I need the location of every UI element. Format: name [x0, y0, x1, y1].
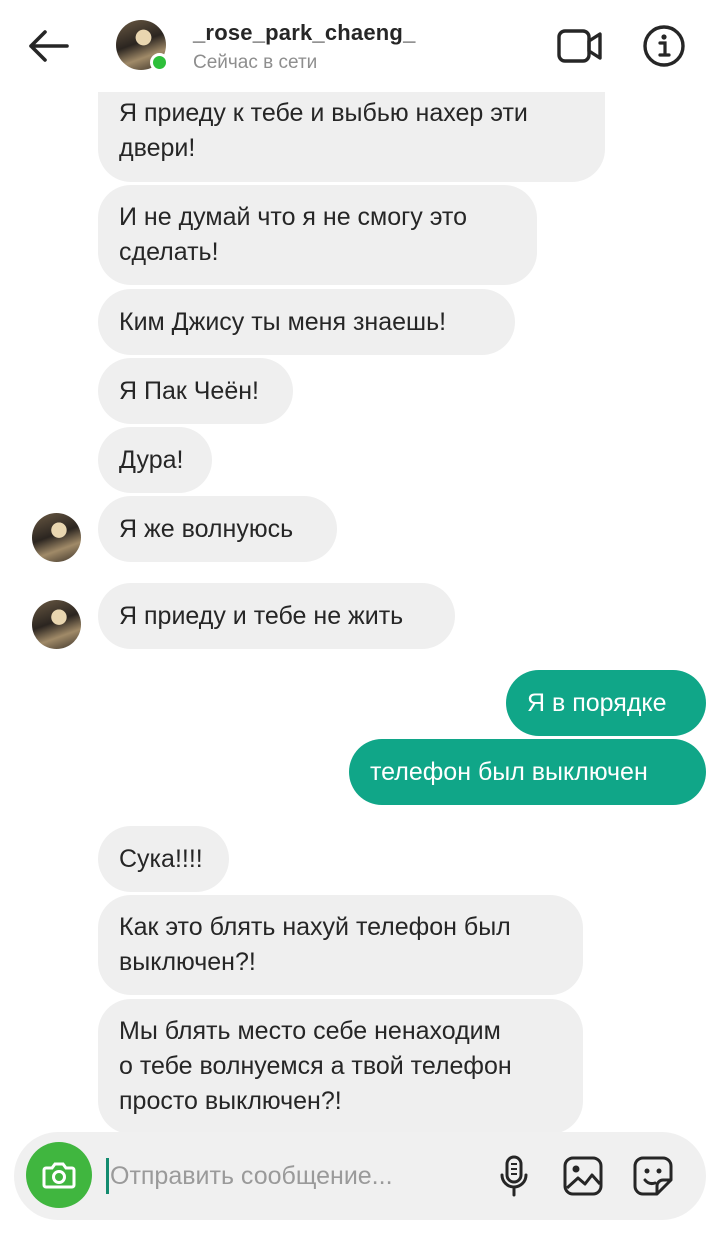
info-button[interactable]: [638, 20, 690, 72]
message-bubble[interactable]: Я же волнуюсь: [98, 496, 337, 562]
chat-username[interactable]: _rose_park_chaeng_: [193, 20, 416, 46]
microphone-icon: [500, 1155, 528, 1197]
message-input[interactable]: [110, 1154, 480, 1198]
online-status-text: Сейчас в сети: [193, 52, 318, 73]
video-camera-icon: [557, 29, 602, 63]
message-text: И не думай что я не смогу это сделать!: [119, 203, 467, 266]
message-text: Как это блять нахуй телефон был выключен…: [119, 913, 511, 976]
message-text: Сука!!!!: [119, 844, 203, 873]
message-bubble[interactable]: Я Пак Чеён!: [98, 358, 293, 424]
message-bubble[interactable]: Я приеду к тебе и выбью нахер эти двери!: [98, 80, 605, 182]
message-thread: Я приеду к тебе и выбью нахер эти двери!…: [0, 0, 720, 1234]
message-composer: [14, 1132, 706, 1220]
gallery-icon: [563, 1156, 603, 1196]
message-bubble-outgoing[interactable]: телефон был выключен: [349, 739, 706, 805]
voice-message-button[interactable]: [490, 1152, 538, 1200]
gallery-button[interactable]: [559, 1152, 607, 1200]
message-bubble[interactable]: Сука!!!!: [98, 826, 229, 892]
video-call-button[interactable]: [552, 20, 608, 72]
message-text: Я же волнуюсь: [119, 514, 294, 543]
message-text: Я приеду к тебе и выбью нахер эти двери!: [119, 99, 528, 162]
back-button[interactable]: [22, 20, 74, 72]
message-text: телефон был выключен: [370, 757, 648, 786]
message-bubble[interactable]: Я приеду и тебе не жить: [98, 583, 455, 649]
message-text: Ким Джису ты меня знаешь!: [119, 307, 447, 336]
sticker-button[interactable]: [629, 1152, 677, 1200]
message-bubble[interactable]: И не думай что я не смогу это сделать!: [98, 185, 537, 285]
message-bubble[interactable]: Дура!: [98, 427, 212, 493]
message-bubble[interactable]: Мы блять место себе ненаходим о тебе вол…: [98, 999, 583, 1134]
message-text: Я приеду и тебе не жить: [119, 601, 404, 630]
back-arrow-icon: [29, 30, 69, 62]
camera-icon: [42, 1162, 76, 1189]
text-cursor: [106, 1158, 109, 1194]
camera-button[interactable]: [26, 1142, 92, 1208]
online-status-dot: [150, 53, 169, 72]
sender-avatar[interactable]: [32, 513, 81, 562]
message-text: Мы блять место себе ненаходим о тебе вол…: [119, 1017, 512, 1115]
message-text: Я Пак Чеён!: [119, 376, 259, 405]
chat-header: _rose_park_chaeng_ Сейчас в сети: [0, 0, 720, 92]
message-bubble-outgoing[interactable]: Я в порядке: [506, 670, 706, 736]
sticker-icon: [633, 1156, 673, 1196]
message-text: Я в порядке: [527, 688, 667, 717]
info-icon: [643, 25, 685, 67]
message-bubble[interactable]: Ким Джису ты меня знаешь!: [98, 289, 515, 355]
message-bubble[interactable]: Как это блять нахуй телефон был выключен…: [98, 895, 583, 995]
profile-avatar-button[interactable]: [116, 20, 169, 72]
message-text: Дура!: [119, 445, 184, 474]
sender-avatar[interactable]: [32, 600, 81, 649]
